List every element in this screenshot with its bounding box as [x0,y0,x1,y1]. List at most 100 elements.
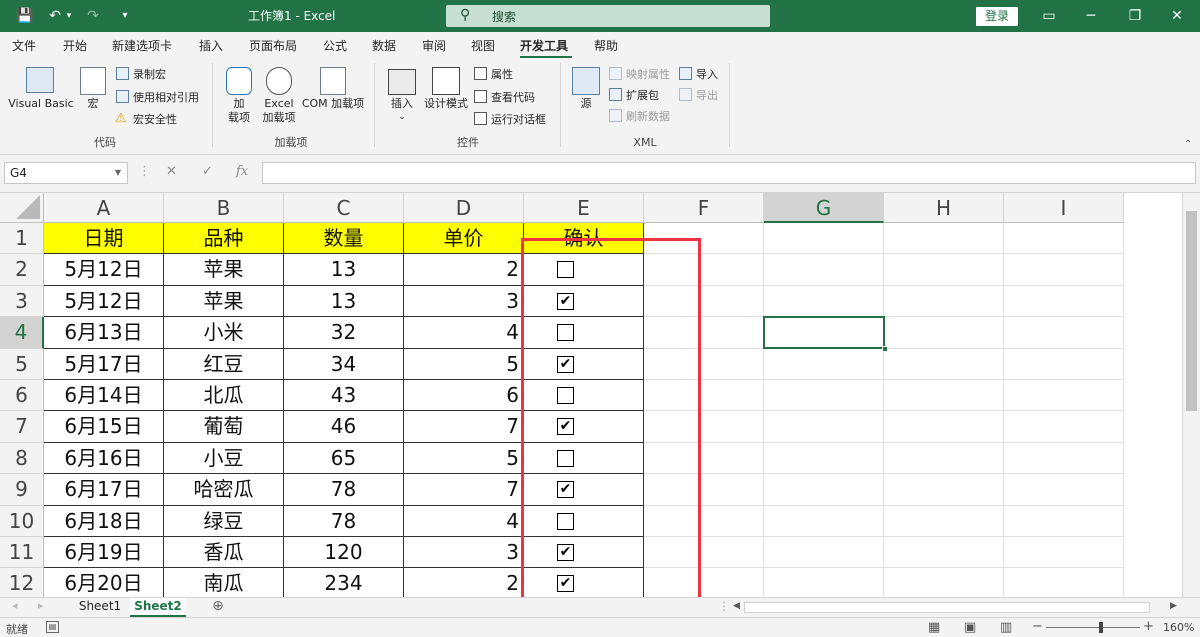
login-button[interactable]: 登录 [976,7,1018,26]
tab-help[interactable]: 帮助 [594,38,618,54]
cell-b4[interactable]: 小米 [164,317,284,349]
cell-f2[interactable] [644,254,764,286]
cell-g11[interactable] [764,537,884,569]
tab-new-tab[interactable]: 新建选项卡 [112,38,172,54]
row-header-9[interactable]: 9 [0,474,44,506]
cell-e11[interactable]: ✔ [524,537,644,569]
tab-developer[interactable]: 开发工具 [520,38,568,54]
tab-review[interactable]: 审阅 [422,38,446,54]
cell-h7[interactable] [884,411,1004,443]
cell-e4[interactable] [524,317,644,349]
cell-b7[interactable]: 葡萄 [164,411,284,443]
cell-c5[interactable]: 34 [284,348,404,380]
horizontal-scrollbar[interactable]: ◀ ▶ [730,601,1182,614]
sheet-tab-sheet1[interactable]: Sheet1 [72,598,128,617]
cell-b8[interactable]: 小豆 [164,442,284,475]
cell-b12[interactable]: 南瓜 [164,568,284,597]
column-header-h[interactable]: H [884,193,1004,223]
cell-i6[interactable] [1004,380,1124,412]
insert-function-icon[interactable]: fx [236,164,248,179]
cell-e5[interactable]: ✔ [524,348,644,380]
cell-a12[interactable]: 6月20日 [44,568,164,597]
row-header-6[interactable]: 6 [0,380,44,412]
cell-i2[interactable] [1004,254,1124,286]
cell-h4[interactable] [884,317,1004,349]
cell-f6[interactable] [644,380,764,412]
scroll-left-icon[interactable]: ◂ [12,599,18,612]
cell-f11[interactable] [644,537,764,569]
header-cell-b[interactable]: 品种 [164,223,284,255]
column-header-f[interactable]: F [644,193,764,223]
column-header-i[interactable]: I [1004,193,1124,223]
cell-h6[interactable] [884,380,1004,412]
cell-d8[interactable]: 5 [404,442,524,475]
close-icon[interactable]: ✕ [1162,7,1192,25]
cell-b3[interactable]: 苹果 [164,285,284,318]
checkbox[interactable] [557,387,574,404]
horizontal-scroll-thumb[interactable] [744,602,1150,613]
checkbox[interactable] [557,449,574,467]
cell-g2[interactable] [764,254,884,286]
normal-view-icon[interactable]: ▦ [928,620,940,635]
cell-h3[interactable] [884,285,1004,318]
enter-icon[interactable]: ✓ [202,164,213,179]
cell-f12[interactable] [644,568,764,597]
cell-g8[interactable] [764,442,884,475]
cell-b10[interactable]: 绿豆 [164,505,284,537]
customize-qat-icon[interactable]: ▾ [118,6,132,26]
cell-a9[interactable]: 6月17日 [44,474,164,506]
cell-c4[interactable]: 32 [284,317,404,349]
cell-c9[interactable]: 78 [284,474,404,506]
cell-g12[interactable] [764,568,884,597]
cell-a5[interactable]: 5月17日 [44,348,164,380]
zoom-level[interactable]: 160% [1163,621,1194,634]
cell-i7[interactable] [1004,411,1124,443]
cell-a2[interactable]: 5月12日 [44,254,164,286]
cell-h10[interactable] [884,505,1004,537]
cell-c10[interactable]: 78 [284,505,404,537]
tab-insert[interactable]: 插入 [199,38,223,54]
worksheet-grid[interactable]: A B C D E F G H I 1 日期 品种 数量 单价 确认 2 5月12日 苹果 13 2 3 5月12日 苹果 1… [0,193,1182,597]
cell-b5[interactable]: 红豆 [164,348,284,380]
column-header-g[interactable]: G [764,193,884,223]
cell-f8[interactable] [644,442,764,475]
sheet-tab-sheet2[interactable]: Sheet2 [130,598,186,617]
cell-h2[interactable] [884,254,1004,286]
cell-d4[interactable]: 4 [404,317,524,349]
checkbox[interactable] [557,512,574,530]
cell-f1[interactable] [644,223,764,255]
cell-a8[interactable]: 6月16日 [44,442,164,475]
cell-c11[interactable]: 120 [284,537,404,569]
cell-a4[interactable]: 6月13日 [44,317,164,349]
cell-a11[interactable]: 6月19日 [44,537,164,569]
cell-c12[interactable]: 234 [284,568,404,597]
checkbox[interactable]: ✔ [557,575,574,593]
cell-i12[interactable] [1004,568,1124,597]
cell-i10[interactable] [1004,505,1124,537]
checkbox[interactable] [557,324,574,342]
tab-data[interactable]: 数据 [372,38,396,54]
cell-d12[interactable]: 2 [404,568,524,597]
cell-g1[interactable] [764,223,884,255]
minimize-icon[interactable]: ─ [1076,7,1106,25]
cell-b9[interactable]: 哈密瓜 [164,474,284,506]
cell-e2[interactable] [524,254,644,286]
cell-d3[interactable]: 3 [404,285,524,318]
zoom-in-button[interactable]: + [1143,619,1154,634]
cell-d9[interactable]: 7 [404,474,524,506]
column-header-c[interactable]: C [284,193,404,223]
row-header-5[interactable]: 5 [0,348,44,380]
scroll-right-icon[interactable]: ▸ [38,599,44,612]
undo-dropdown-icon[interactable]: ▾ [64,6,74,26]
zoom-slider-track[interactable] [1046,627,1140,628]
page-layout-view-icon[interactable]: ▣ [964,620,976,635]
cell-d5[interactable]: 5 [404,348,524,380]
header-cell-e[interactable]: 确认 [524,223,644,255]
cell-g3[interactable] [764,285,884,318]
cell-i11[interactable] [1004,537,1124,569]
more-options-icon[interactable]: ⋮ [718,599,730,613]
row-header-8[interactable]: 8 [0,442,44,475]
column-header-a[interactable]: A [44,193,164,223]
header-cell-c[interactable]: 数量 [284,223,404,255]
cell-i4[interactable] [1004,317,1124,349]
